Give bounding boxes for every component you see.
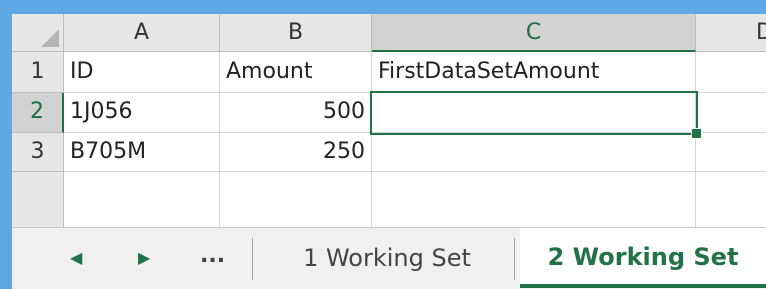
row-header-4[interactable]	[12, 172, 64, 228]
row-header-2[interactable]: 2	[12, 93, 64, 133]
cell-a1[interactable]: ID	[64, 52, 220, 93]
cell-a4[interactable]	[64, 172, 220, 228]
cell-b3[interactable]: 250	[220, 133, 372, 172]
cell-a2[interactable]: 1J056	[64, 93, 220, 133]
column-header-c[interactable]: C	[372, 14, 696, 52]
row-header-3[interactable]: 3	[12, 133, 64, 172]
select-all-corner[interactable]	[12, 14, 64, 52]
spreadsheet-window: A B C D 1 ID Amount FirstDataSetAmount 2…	[12, 14, 766, 289]
cell-a3[interactable]: B705M	[64, 133, 220, 172]
sheet-tab-2-working-set[interactable]: 2 Working Set	[520, 228, 766, 288]
column-header-b[interactable]: B	[220, 14, 372, 52]
cell-b4[interactable]	[220, 172, 372, 228]
cell-c3[interactable]	[372, 133, 696, 172]
cell-d1[interactable]	[696, 52, 766, 93]
cell-c4[interactable]	[372, 172, 696, 228]
cell-c1[interactable]: FirstDataSetAmount	[372, 52, 696, 93]
sheet-tab-1-working-set[interactable]: 1 Working Set	[260, 228, 514, 288]
fill-handle[interactable]	[691, 128, 702, 139]
cell-d3[interactable]	[696, 133, 766, 172]
cell-b2[interactable]: 500	[220, 93, 372, 133]
tab-separator	[514, 238, 515, 280]
select-all-icon	[41, 29, 59, 47]
more-sheets-button[interactable]: ...	[200, 244, 225, 268]
cell-b1[interactable]: Amount	[220, 52, 372, 93]
triangle-right-icon[interactable]: ▶	[138, 246, 150, 270]
tab-separator	[252, 238, 253, 280]
active-cell-border	[370, 91, 698, 135]
triangle-left-icon[interactable]: ◀	[70, 246, 82, 270]
column-header-d[interactable]: D	[696, 14, 766, 52]
row-header-1[interactable]: 1	[12, 52, 64, 93]
cell-d2[interactable]	[696, 93, 766, 133]
column-header-a[interactable]: A	[64, 14, 220, 52]
sheet-tab-bar: ◀ ▶ ... 1 Working Set 2 Working Set	[12, 227, 766, 289]
